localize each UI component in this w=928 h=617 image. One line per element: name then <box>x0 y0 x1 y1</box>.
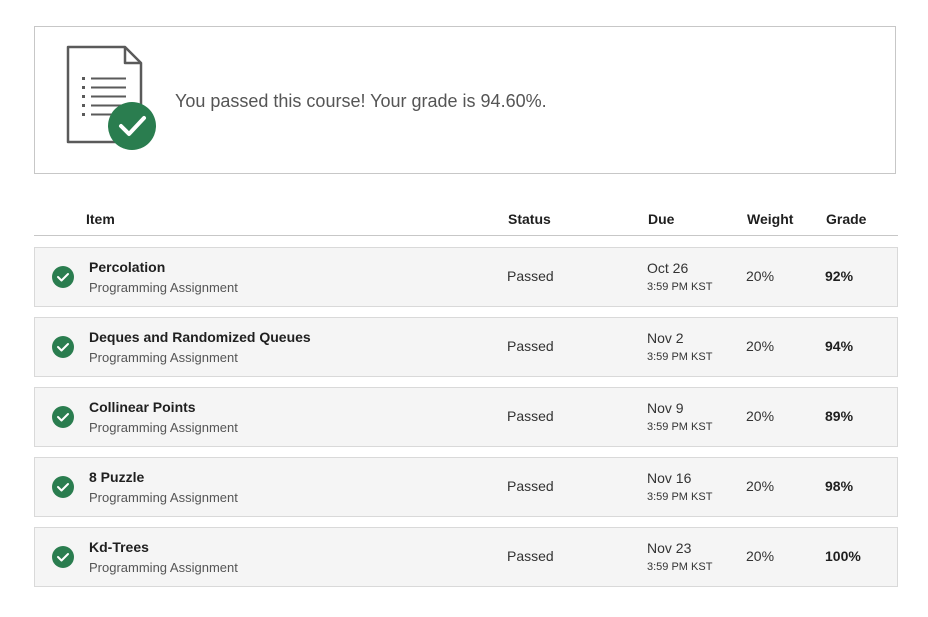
item-type: Programming Assignment <box>89 420 238 435</box>
item-due-time: 3:59 PM KST <box>647 421 713 433</box>
item-due-time: 3:59 PM KST <box>647 351 713 363</box>
item-due-date: Nov 16 <box>647 470 692 486</box>
item-weight: 20% <box>746 408 775 424</box>
check-circle-icon <box>52 406 74 428</box>
item-title-link[interactable]: Collinear Points <box>89 399 196 415</box>
item-weight: 20% <box>746 338 775 354</box>
item-grade: 92% <box>825 268 854 284</box>
item-status: Passed <box>507 548 554 564</box>
table-row[interactable]: Kd-Trees Programming Assignment Passed N… <box>34 527 898 587</box>
item-status: Passed <box>507 478 554 494</box>
item-status: Passed <box>507 338 554 354</box>
item-title-link[interactable]: Deques and Randomized Queues <box>89 329 311 345</box>
item-weight: 20% <box>746 268 775 284</box>
item-grade: 98% <box>825 478 854 494</box>
item-due-date: Nov 9 <box>647 400 684 416</box>
check-circle-icon <box>52 336 74 358</box>
column-header-item: Item <box>86 211 115 227</box>
item-due-date: Nov 2 <box>647 330 684 346</box>
item-due-date: Oct 26 <box>647 260 689 276</box>
item-grade: 94% <box>825 338 854 354</box>
item-grade: 89% <box>825 408 854 424</box>
item-status: Passed <box>507 408 554 424</box>
column-header-due: Due <box>648 211 675 227</box>
item-weight: 20% <box>746 478 775 494</box>
column-header-weight: Weight <box>747 211 794 227</box>
item-type: Programming Assignment <box>89 560 238 575</box>
table-row[interactable]: Percolation Programming Assignment Passe… <box>34 247 898 307</box>
item-status: Passed <box>507 268 554 284</box>
item-due-time: 3:59 PM KST <box>647 281 713 293</box>
check-circle-icon <box>52 476 74 498</box>
item-due-time: 3:59 PM KST <box>647 561 713 573</box>
item-type: Programming Assignment <box>89 280 238 295</box>
table-row[interactable]: 8 Puzzle Programming Assignment Passed N… <box>34 457 898 517</box>
item-grade: 100% <box>825 548 861 564</box>
item-title-link[interactable]: Kd-Trees <box>89 539 149 555</box>
grades-table-header: Item Status Due Weight Grade <box>34 204 898 236</box>
check-circle-icon <box>52 266 74 288</box>
item-type: Programming Assignment <box>89 490 238 505</box>
column-header-grade: Grade <box>826 211 867 227</box>
check-circle-icon <box>52 546 74 568</box>
item-title-link[interactable]: 8 Puzzle <box>89 469 144 485</box>
item-type: Programming Assignment <box>89 350 238 365</box>
column-header-status: Status <box>508 211 551 227</box>
course-passed-banner: You passed this course! Your grade is 94… <box>34 26 896 174</box>
document-checked-icon <box>66 45 156 150</box>
item-weight: 20% <box>746 548 775 564</box>
table-row[interactable]: Deques and Randomized Queues Programming… <box>34 317 898 377</box>
item-due-time: 3:59 PM KST <box>647 491 713 503</box>
course-result-message: You passed this course! Your grade is 94… <box>175 91 547 111</box>
table-row[interactable]: Collinear Points Programming Assignment … <box>34 387 898 447</box>
grades-table-body: Percolation Programming Assignment Passe… <box>34 247 898 597</box>
item-title-link[interactable]: Percolation <box>89 259 165 275</box>
item-due-date: Nov 23 <box>647 540 692 556</box>
